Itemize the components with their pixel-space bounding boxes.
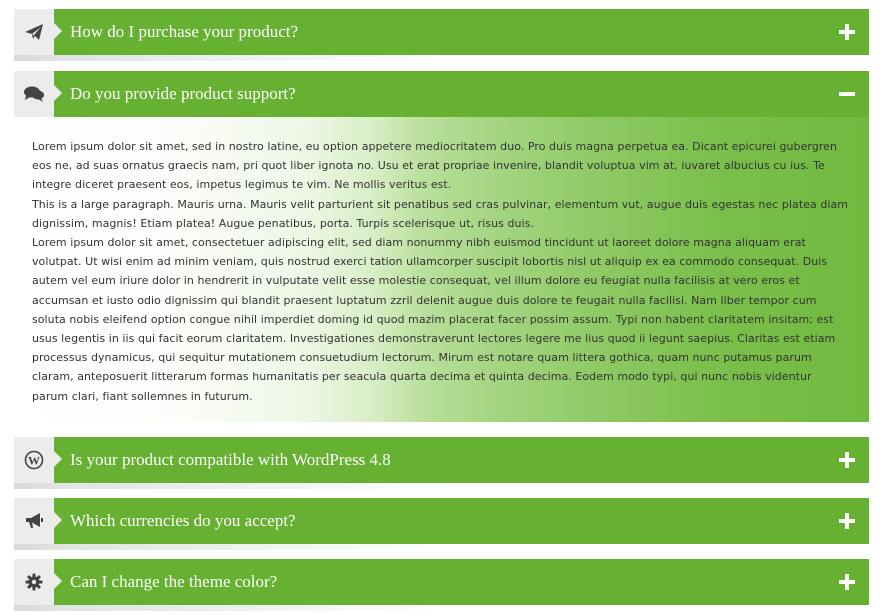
gear-icon [25, 573, 43, 591]
item-icon-box [14, 498, 54, 544]
faq-question-purchase-header[interactable]: How do I purchase your product? [54, 9, 869, 55]
faq-question-text: Do you provide product support? [70, 84, 296, 103]
wordpress-icon: W [24, 450, 44, 470]
faq-question-text: Can I change the theme color? [70, 572, 278, 591]
faq-question-theme-color-header[interactable]: Can I change the theme color? [54, 559, 869, 605]
item-icon-box [14, 9, 54, 55]
item-shadow [14, 544, 870, 550]
paper-plane-icon [24, 23, 44, 41]
chat-bubbles-icon [23, 85, 45, 103]
plus-icon[interactable] [837, 22, 857, 42]
faq-answer-panel: Lorem ipsum dolor sit amet, sed in nostr… [14, 117, 869, 422]
item-icon-box: W [14, 437, 54, 483]
faq-item-purchase: How do I purchase your product? [14, 9, 870, 61]
item-shadow [14, 55, 870, 61]
answer-paragraph: Lorem ipsum dolor sit amet, sed in nostr… [32, 140, 837, 192]
minus-icon[interactable] [837, 84, 857, 104]
faq-item-wordpress: W Is your product compatible with WordPr… [14, 437, 870, 489]
faq-accordion: How do I purchase your product? Do you p… [0, 0, 880, 615]
answer-paragraph: This is a large paragraph. Mauris urna. … [32, 197, 849, 230]
faq-question-text: How do I purchase your product? [70, 22, 299, 41]
faq-question-support-header[interactable]: Do you provide product support? [54, 71, 869, 117]
plus-icon[interactable] [837, 572, 857, 592]
plus-icon[interactable] [837, 511, 857, 531]
faq-question-currencies-header[interactable]: Which currencies do you accept? [54, 498, 869, 544]
item-icon-box [14, 71, 54, 117]
plus-icon[interactable] [837, 450, 857, 470]
svg-text:W: W [28, 454, 40, 468]
item-icon-box [14, 559, 54, 605]
faq-item-currencies: Which currencies do you accept? [14, 498, 870, 550]
faq-question-text: Is your product compatible with WordPres… [70, 450, 391, 469]
item-shadow [14, 483, 870, 489]
faq-item-theme-color: Can I change the theme color? [14, 559, 870, 611]
faq-question-wordpress-header[interactable]: Is your product compatible with WordPres… [54, 437, 869, 483]
answer-paragraph: Lorem ipsum dolor sit amet, consectetuer… [32, 236, 836, 403]
faq-item-support: Do you provide product support? [14, 71, 870, 123]
megaphone-icon [24, 512, 44, 530]
item-shadow [14, 605, 870, 611]
faq-question-text: Which currencies do you accept? [70, 511, 296, 530]
